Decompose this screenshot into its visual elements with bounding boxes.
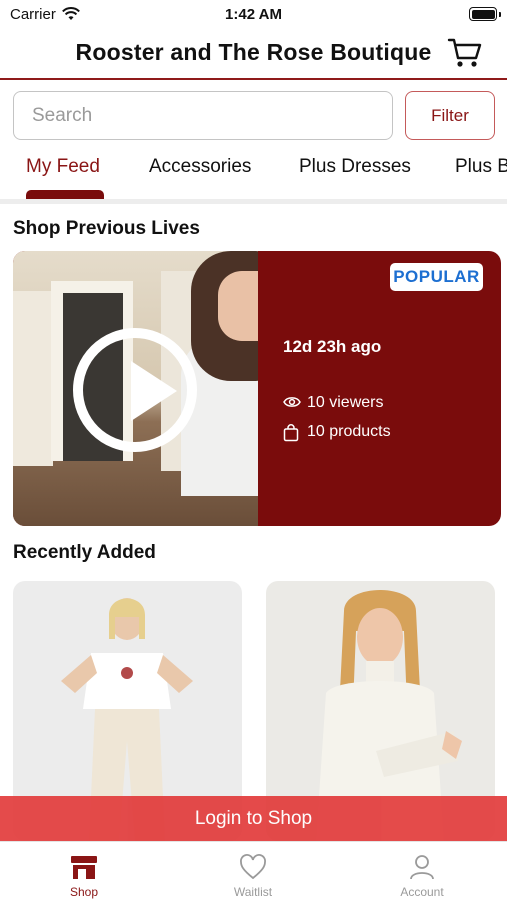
nav-shop-label: Shop bbox=[69, 885, 99, 899]
bag-icon bbox=[283, 424, 299, 442]
tab-plus-b[interactable]: Plus B bbox=[455, 156, 507, 178]
live-thumbnail[interactable] bbox=[13, 251, 258, 526]
section-title-previous-lives: Shop Previous Lives bbox=[13, 218, 200, 239]
tabs-divider bbox=[0, 199, 507, 204]
thumb-person-face bbox=[218, 271, 258, 341]
live-time-ago: 12d 23h ago bbox=[283, 337, 382, 356]
eye-icon bbox=[283, 397, 301, 407]
viewers-count: 10 viewers bbox=[307, 394, 384, 411]
play-triangle bbox=[131, 361, 177, 421]
category-tabs: My Feed Accessories Plus Dresses Plus B bbox=[0, 148, 507, 200]
nav-shop[interactable]: Shop bbox=[34, 842, 134, 900]
cart-icon[interactable] bbox=[447, 36, 483, 70]
bottom-tab-bar: Shop Waitlist Account bbox=[0, 841, 507, 900]
filter-button[interactable]: Filter bbox=[405, 91, 495, 140]
status-bar: Carrier 1:42 AM bbox=[0, 0, 507, 30]
tab-plus-dresses[interactable]: Plus Dresses bbox=[299, 156, 411, 178]
popular-badge: POPULAR bbox=[390, 263, 483, 291]
previous-live-card[interactable]: POPULAR 12d 23h ago 10 viewers 10 produc… bbox=[13, 251, 501, 526]
nav-waitlist[interactable]: Waitlist bbox=[203, 842, 303, 900]
app-header: Rooster and The Rose Boutique bbox=[0, 30, 507, 78]
products-count: 10 products bbox=[307, 423, 391, 440]
tab-accessories[interactable]: Accessories bbox=[149, 156, 251, 178]
thumb-door-left bbox=[13, 291, 53, 466]
battery-tip bbox=[499, 12, 501, 17]
section-title-recently-added: Recently Added bbox=[13, 542, 156, 563]
shop-icon bbox=[71, 856, 97, 879]
header-divider bbox=[0, 78, 507, 80]
search-input[interactable] bbox=[13, 91, 393, 140]
nav-account-label: Account bbox=[400, 885, 444, 899]
nav-account[interactable]: Account bbox=[372, 842, 472, 900]
tab-my-feed[interactable]: My Feed bbox=[26, 156, 100, 178]
login-to-shop-button[interactable]: Login to Shop bbox=[0, 796, 507, 841]
heart-icon bbox=[240, 854, 266, 880]
user-icon bbox=[410, 855, 434, 880]
clock: 1:42 AM bbox=[225, 6, 282, 23]
battery-icon bbox=[469, 7, 497, 21]
store-title: Rooster and The Rose Boutique bbox=[75, 39, 432, 65]
nav-waitlist-label: Waitlist bbox=[233, 885, 273, 899]
